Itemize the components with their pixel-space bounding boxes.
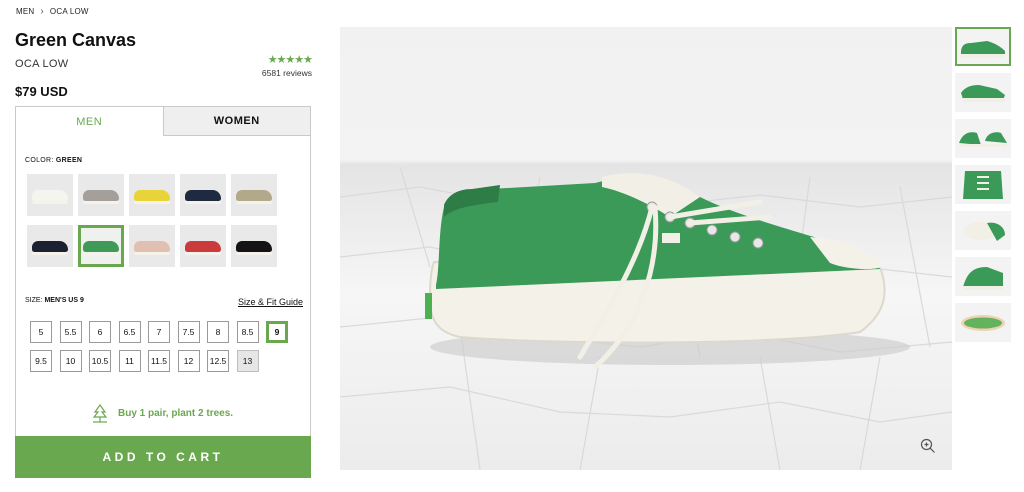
color-swatch[interactable] xyxy=(27,225,73,267)
tab-women[interactable]: WOMEN xyxy=(162,107,310,136)
breadcrumb-men[interactable]: MEN xyxy=(16,7,34,16)
size-option[interactable]: 8.5 xyxy=(236,321,259,343)
size-option[interactable]: 11 xyxy=(118,350,141,372)
color-swatch[interactable] xyxy=(27,174,73,216)
sneaker-thumbnail-icon xyxy=(963,171,1003,199)
gender-tabs: MEN WOMEN xyxy=(16,107,310,136)
green-sneaker-image xyxy=(340,166,952,470)
size-row: SIZE: MEN'S US 9 Size & Fit Guide xyxy=(25,297,303,307)
thumbnail[interactable] xyxy=(955,165,1011,204)
size-option[interactable]: 9.5 xyxy=(30,350,52,372)
thumbnail[interactable] xyxy=(955,257,1011,296)
size-option[interactable]: 6 xyxy=(89,321,111,343)
size-option[interactable]: 10 xyxy=(59,350,82,372)
size-value: MEN'S US 9 xyxy=(44,297,84,304)
color-label: COLOR: GREEN xyxy=(25,157,82,164)
size-label-text: SIZE: xyxy=(25,297,43,304)
size-option[interactable]: 10.5 xyxy=(89,350,111,372)
shoe-swatch-icon xyxy=(236,240,272,255)
thumbnail-strip xyxy=(955,27,1011,342)
sneaker-thumbnail-icon xyxy=(961,41,1005,58)
shoe-swatch-icon xyxy=(236,189,272,204)
product-title: Green Canvas xyxy=(15,30,137,50)
rating[interactable]: ★★★★★ 6581 reviews xyxy=(258,54,313,78)
sneaker-thumbnail-icon xyxy=(959,132,1007,147)
thumbnail[interactable] xyxy=(955,27,1011,66)
breadcrumb: MEN › OCA LOW xyxy=(16,6,89,17)
shoe-swatch-icon xyxy=(134,189,170,204)
sneaker-thumbnail-icon xyxy=(961,315,1005,331)
size-label: SIZE: MEN'S US 9 xyxy=(25,297,84,307)
zoom-in-icon[interactable] xyxy=(920,438,936,454)
thumbnail[interactable] xyxy=(955,73,1011,112)
sneaker-thumbnail-icon xyxy=(963,222,1005,241)
star-rating-icon: ★★★★★ xyxy=(267,54,313,66)
add-to-cart-button[interactable]: ADD TO CART xyxy=(15,436,311,478)
shoe-swatch-icon xyxy=(32,240,68,255)
color-label-text: COLOR: xyxy=(25,157,54,164)
review-count[interactable]: 6581 reviews xyxy=(258,68,312,78)
color-swatch[interactable] xyxy=(180,174,226,216)
promo-text: Buy 1 pair, plant 2 trees. xyxy=(118,407,234,419)
sneaker-thumbnail-icon xyxy=(963,267,1003,290)
size-option[interactable]: 12 xyxy=(177,350,200,372)
shoe-swatch-icon xyxy=(32,189,68,204)
size-option[interactable]: 7.5 xyxy=(177,321,200,343)
shoe-swatch-icon xyxy=(83,240,119,255)
color-swatch[interactable] xyxy=(129,225,175,267)
color-value: GREEN xyxy=(55,157,83,164)
size-option[interactable]: 13 xyxy=(236,350,259,372)
size-option[interactable]: 6.5 xyxy=(118,321,141,343)
thumbnail[interactable] xyxy=(955,303,1011,342)
size-guide-link[interactable]: Size & Fit Guide xyxy=(238,297,303,307)
color-swatches xyxy=(27,174,277,267)
purchase-panel: MEN WOMEN COLOR: GREEN SIZE: MEN'S US 9 … xyxy=(15,106,311,451)
product-price: $79 USD xyxy=(15,84,68,99)
size-option[interactable]: 9 xyxy=(266,321,288,343)
color-swatch[interactable] xyxy=(231,225,277,267)
size-option[interactable]: 7 xyxy=(148,321,170,343)
sneaker-thumbnail-icon xyxy=(961,85,1005,102)
thumbnail[interactable] xyxy=(955,211,1011,250)
size-option[interactable]: 5 xyxy=(30,321,52,343)
tab-men[interactable]: MEN xyxy=(16,107,163,136)
color-swatch[interactable] xyxy=(78,174,124,216)
size-grid: 5 5.5 6 6.5 7 7.5 8 8.5 9 9.5 10 10.5 11 11.5 12 12.5 13 xyxy=(30,321,288,372)
chevron-right-icon: › xyxy=(40,6,44,17)
thumbnail[interactable] xyxy=(955,119,1011,158)
size-option[interactable]: 8 xyxy=(207,321,229,343)
color-swatch[interactable] xyxy=(231,174,277,216)
tree-icon xyxy=(92,403,108,423)
color-swatch[interactable] xyxy=(180,225,226,267)
product-main-image[interactable] xyxy=(340,27,952,470)
shoe-swatch-icon xyxy=(83,189,119,204)
shoe-swatch-icon xyxy=(185,240,221,255)
tree-promo: Buy 1 pair, plant 2 trees. xyxy=(90,403,233,423)
shoe-swatch-icon xyxy=(134,240,170,255)
size-option[interactable]: 11.5 xyxy=(148,350,170,372)
size-option[interactable]: 5.5 xyxy=(59,321,82,343)
breadcrumb-oca-low[interactable]: OCA LOW xyxy=(50,7,89,16)
shoe-swatch-icon xyxy=(185,189,221,204)
product-subtitle: OCA LOW xyxy=(15,58,69,70)
color-swatch[interactable] xyxy=(78,225,124,267)
size-option[interactable]: 12.5 xyxy=(207,350,229,372)
color-swatch[interactable] xyxy=(129,174,175,216)
